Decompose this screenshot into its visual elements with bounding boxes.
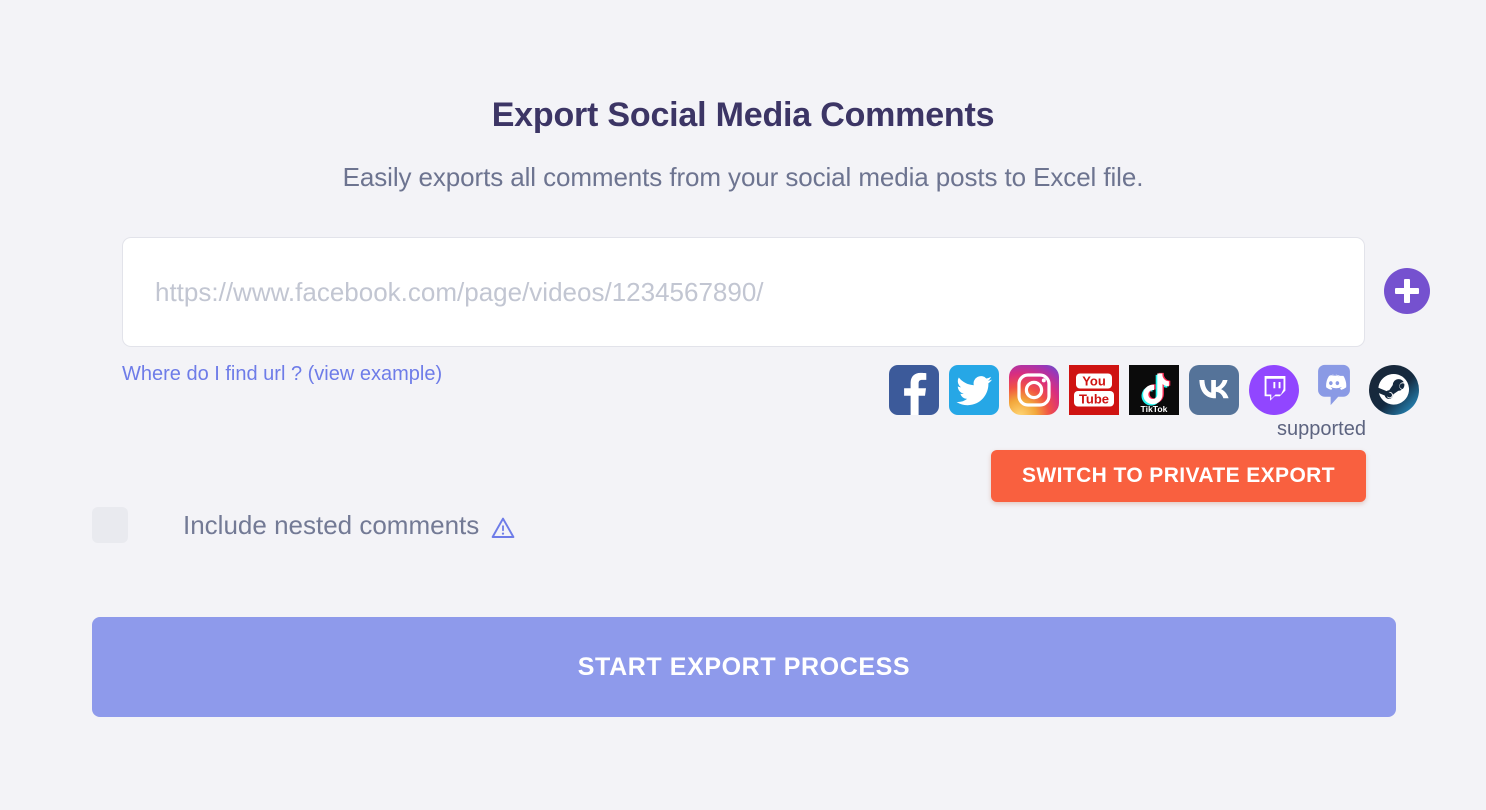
vk-icon[interactable] [1188, 364, 1240, 416]
page-title: Export Social Media Comments [491, 96, 995, 134]
tiktok-icon[interactable]: TikTok [1128, 364, 1180, 416]
switch-to-private-export-button[interactable]: SWITCH TO PRIVATE EXPORT [991, 450, 1366, 502]
twitch-icon[interactable] [1248, 364, 1300, 416]
discord-icon[interactable] [1308, 364, 1360, 416]
plus-icon-vertical [1404, 279, 1410, 303]
page-subtitle: Easily exports all comments from your so… [342, 162, 1144, 192]
include-nested-comments-label: Include nested comments [183, 509, 480, 540]
steam-icon[interactable] [1368, 364, 1420, 416]
supported-label: supported [1277, 418, 1366, 440]
svg-text:Tube: Tube [1079, 391, 1109, 406]
svg-text:You: You [1082, 374, 1106, 389]
instagram-icon[interactable] [1008, 364, 1060, 416]
add-url-button[interactable] [1384, 268, 1430, 314]
twitter-icon[interactable] [948, 364, 1000, 416]
start-export-process-button[interactable]: START EXPORT PROCESS [92, 617, 1396, 717]
find-url-help-link[interactable]: Where do I find url ? (view example) [122, 363, 442, 386]
include-nested-comments-row: Include nested comments [92, 507, 515, 543]
supported-platforms-icons: You Tube TikTok [888, 364, 1420, 416]
url-input-row [122, 237, 1430, 347]
export-page: Export Social Media Comments Easily expo… [0, 0, 1486, 810]
youtube-icon[interactable]: You Tube [1068, 364, 1120, 416]
facebook-icon[interactable] [888, 364, 940, 416]
url-input[interactable] [122, 237, 1365, 347]
svg-text:TikTok: TikTok [1141, 404, 1168, 414]
include-nested-comments-checkbox[interactable] [92, 507, 128, 543]
warning-triangle-icon[interactable] [491, 516, 515, 540]
